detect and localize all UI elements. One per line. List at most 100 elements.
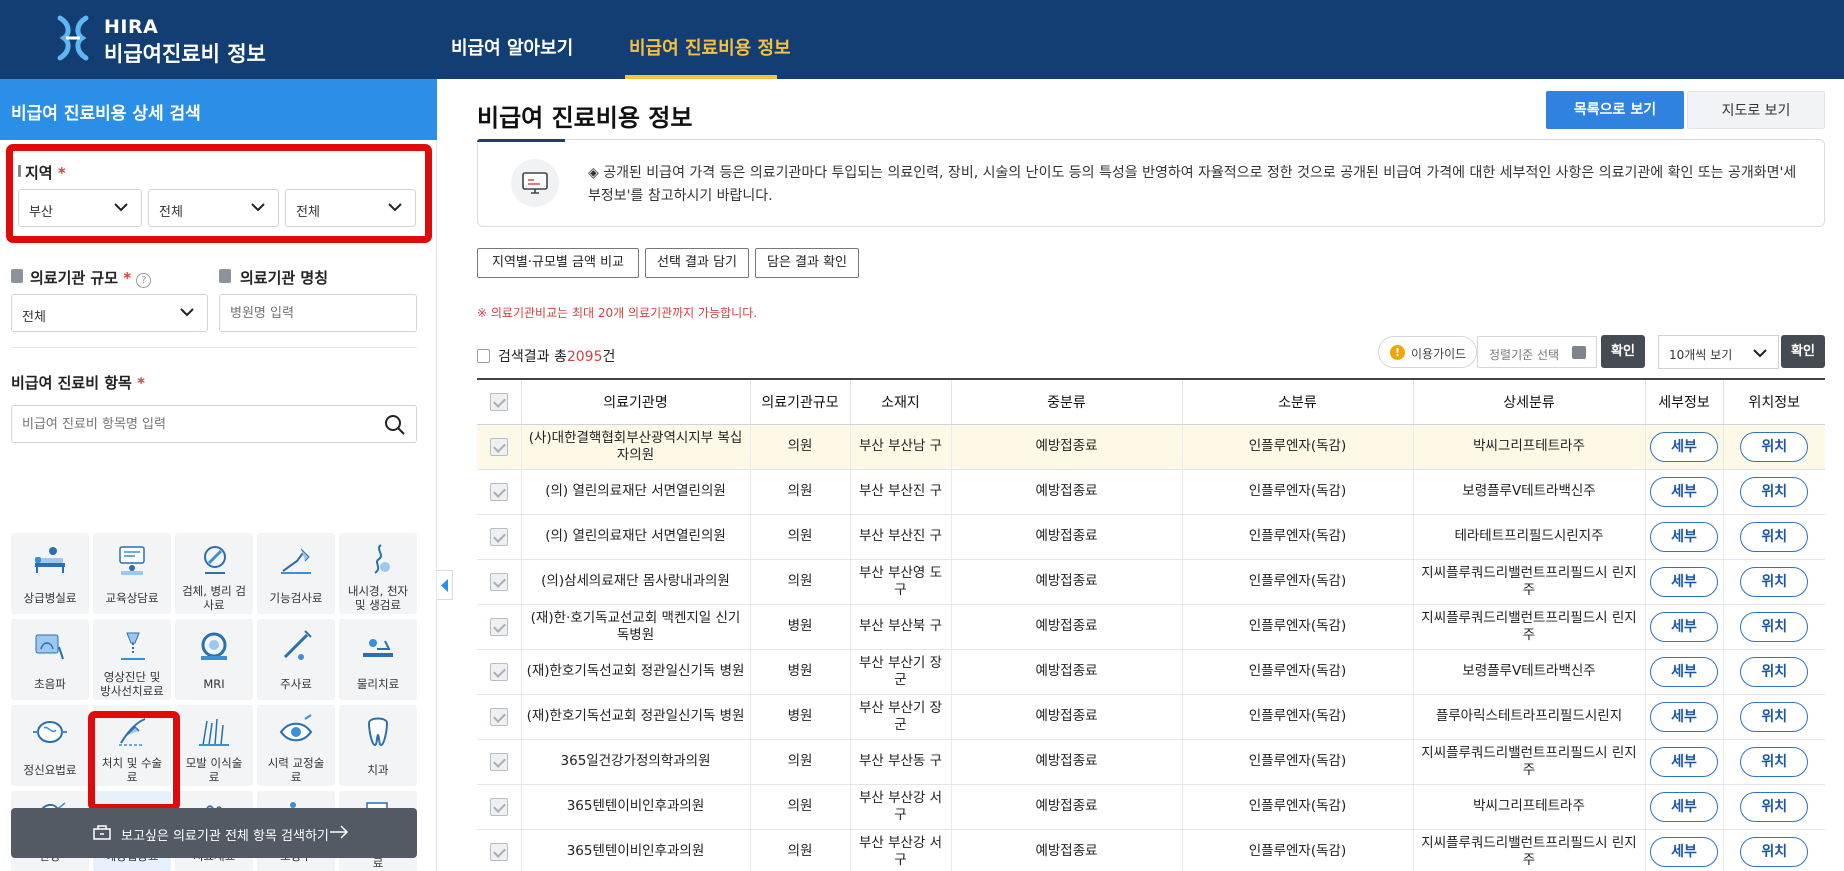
region-sigungu-select[interactable]: 전체: [148, 189, 279, 227]
scale-select[interactable]: 전체: [11, 294, 208, 332]
search-icon[interactable]: [384, 414, 406, 436]
detail-button[interactable]: 세부: [1650, 656, 1718, 687]
row-checkbox[interactable]: [477, 469, 521, 515]
table-row: 365텐텐이비인후과의원 의원 부산 부산강 서구 예방접종료 인플루엔자(독감) 지씨플…: [477, 829, 1825, 871]
tooth-icon: [367, 717, 389, 747]
cell-detail-category: 박씨그리프테트라주: [1412, 424, 1645, 470]
row-checkbox[interactable]: [477, 829, 521, 871]
location-button[interactable]: 위치: [1740, 476, 1809, 507]
table-row: 365텐텐이비인후과의원 의원 부산 부산강 서구 예방접종료 인플루엔자(독감) 박씨그…: [477, 784, 1825, 830]
detail-button[interactable]: 세부: [1650, 791, 1718, 822]
location-button[interactable]: 위치: [1740, 791, 1809, 822]
help-icon[interactable]: ?: [136, 273, 152, 288]
detail-button[interactable]: 세부: [1650, 746, 1718, 777]
category-hair-transplant[interactable]: 모발 이식술료: [175, 705, 253, 786]
detail-button[interactable]: 세부: [1650, 701, 1718, 732]
item-search-input[interactable]: [22, 417, 382, 432]
detail-button[interactable]: 세부: [1650, 566, 1718, 597]
sidebar-divider: [11, 347, 417, 348]
logo-subtitle[interactable]: 비급여진료비 정보: [104, 38, 266, 68]
logo-title[interactable]: HIRA: [104, 16, 158, 38]
detail-button[interactable]: 세부: [1650, 476, 1718, 507]
cell-detail-category: 지씨플루쿼드리밸런트프리필드시 린지주: [1412, 739, 1645, 785]
location-button[interactable]: 위치: [1740, 611, 1809, 642]
cell-name: 365일건강가정의학과의원: [520, 739, 750, 785]
category-hospital-bed[interactable]: 상급병실료: [11, 533, 89, 614]
search-all-items-button[interactable]: 보고싶은 의료기관 전체 항목 검색하기: [11, 808, 417, 858]
select-all-checkbox[interactable]: [477, 378, 521, 425]
nav-noncovered-costs[interactable]: 비급여 진료비용 정보: [629, 34, 791, 60]
category-brain[interactable]: 정신요법료: [11, 705, 89, 786]
cell-detail-info: 세부: [1644, 604, 1723, 650]
location-button[interactable]: 위치: [1740, 746, 1809, 777]
list-view-button[interactable]: 목록으로 보기: [1546, 91, 1684, 129]
category-label: 상급병실료: [23, 591, 77, 605]
region-dong-select[interactable]: 전체: [285, 189, 416, 227]
category-physiotherapy[interactable]: 물리치료: [339, 619, 417, 700]
location-button[interactable]: 위치: [1740, 431, 1809, 462]
category-microscope[interactable]: 검체, 병리 검사료: [175, 533, 253, 614]
category-eye[interactable]: 시력 교정술료: [257, 705, 335, 786]
row-checkbox[interactable]: [477, 514, 521, 560]
nav-about-noncovered[interactable]: 비급여 알아보기: [451, 34, 573, 60]
cell-mid-category: 예방접종료: [950, 739, 1182, 785]
cell-detail-info: 세부: [1644, 694, 1723, 740]
detail-button[interactable]: 세부: [1650, 836, 1718, 867]
row-checkbox[interactable]: [477, 424, 521, 470]
item-search-field[interactable]: [11, 405, 417, 443]
table-row: 365일건강가정의학과의원 의원 부산 부산동 구 예방접종료 인플루엔자(독감) 지씨플…: [477, 739, 1825, 785]
row-checkbox[interactable]: [477, 784, 521, 830]
map-view-button[interactable]: 지도로 보기: [1687, 91, 1825, 129]
building-icon: [11, 269, 23, 283]
category-function-test[interactable]: 기능검사료: [257, 533, 335, 614]
location-button[interactable]: 위치: [1740, 836, 1809, 867]
region-scale-compare-button[interactable]: 지역별·규모별 금액 비교: [477, 248, 639, 278]
region-sido-select[interactable]: 부산: [18, 189, 142, 227]
category-syringe[interactable]: 주사료: [257, 619, 335, 700]
category-endoscope[interactable]: 내시경, 천자 및 생검료: [339, 533, 417, 614]
category-tooth[interactable]: 치과: [339, 705, 417, 786]
row-checkbox[interactable]: [477, 739, 521, 785]
notice-text: ◈ 공개된 비급여 가격 등은 의료기관마다 투입되는 의료인력, 장비, 시술…: [588, 165, 1797, 204]
arrow-right-icon: [330, 825, 349, 839]
save-selection-button[interactable]: 선택 결과 담기: [645, 248, 749, 278]
location-button[interactable]: 위치: [1740, 566, 1809, 597]
name-label: 의료기관 명칭: [240, 269, 329, 287]
detail-button[interactable]: 세부: [1650, 431, 1718, 462]
location-button[interactable]: 위치: [1740, 656, 1809, 687]
hospital-building-icon: [93, 825, 111, 840]
view-saved-button[interactable]: 담은 결과 확인: [755, 248, 859, 278]
category-mri[interactable]: MRI: [175, 619, 253, 700]
category-label: 영상진단 및 방사선치료료: [100, 670, 164, 698]
hospital-name-input[interactable]: [230, 306, 406, 321]
detail-button[interactable]: 세부: [1650, 611, 1718, 642]
row-checkbox[interactable]: [477, 649, 521, 695]
page-size-confirm-button[interactable]: 확인: [1781, 335, 1825, 368]
cell-scale: 의원: [749, 424, 850, 470]
page-size-select[interactable]: 10개씩 보기: [1658, 335, 1779, 369]
cell-location-info: 위치: [1722, 829, 1825, 871]
category-label: 치과: [367, 763, 389, 777]
detail-button[interactable]: 세부: [1650, 521, 1718, 552]
col-header-position: 위치정보: [1722, 378, 1825, 425]
hira-logo-icon: [57, 15, 89, 61]
row-checkbox[interactable]: [477, 604, 521, 650]
hospital-name-field[interactable]: [219, 294, 417, 332]
usage-guide-button[interactable]: ! 이용가이드: [1378, 336, 1477, 368]
result-count-text: 검색결과 총2095건: [498, 349, 616, 365]
physiotherapy-icon: [363, 639, 393, 657]
chevron-down-icon: [1753, 349, 1767, 358]
sidebar-collapse-toggle[interactable]: [437, 570, 453, 600]
location-button[interactable]: 위치: [1740, 521, 1809, 552]
cell-mid-category: 예방접종료: [950, 559, 1182, 605]
cell-scale: 의원: [749, 514, 850, 560]
location-button[interactable]: 위치: [1740, 701, 1809, 732]
row-checkbox[interactable]: [477, 559, 521, 605]
sort-confirm-button[interactable]: 확인: [1601, 335, 1645, 368]
region-label: 지역 *: [25, 164, 66, 182]
sort-select[interactable]: 정렬기준 선택: [1477, 336, 1597, 368]
row-checkbox[interactable]: [477, 694, 521, 740]
category-radiology[interactable]: 영상진단 및 방사선치료료: [93, 619, 171, 700]
category-ultrasound[interactable]: 초음파: [11, 619, 89, 700]
category-counseling[interactable]: 교육상담료: [93, 533, 171, 614]
